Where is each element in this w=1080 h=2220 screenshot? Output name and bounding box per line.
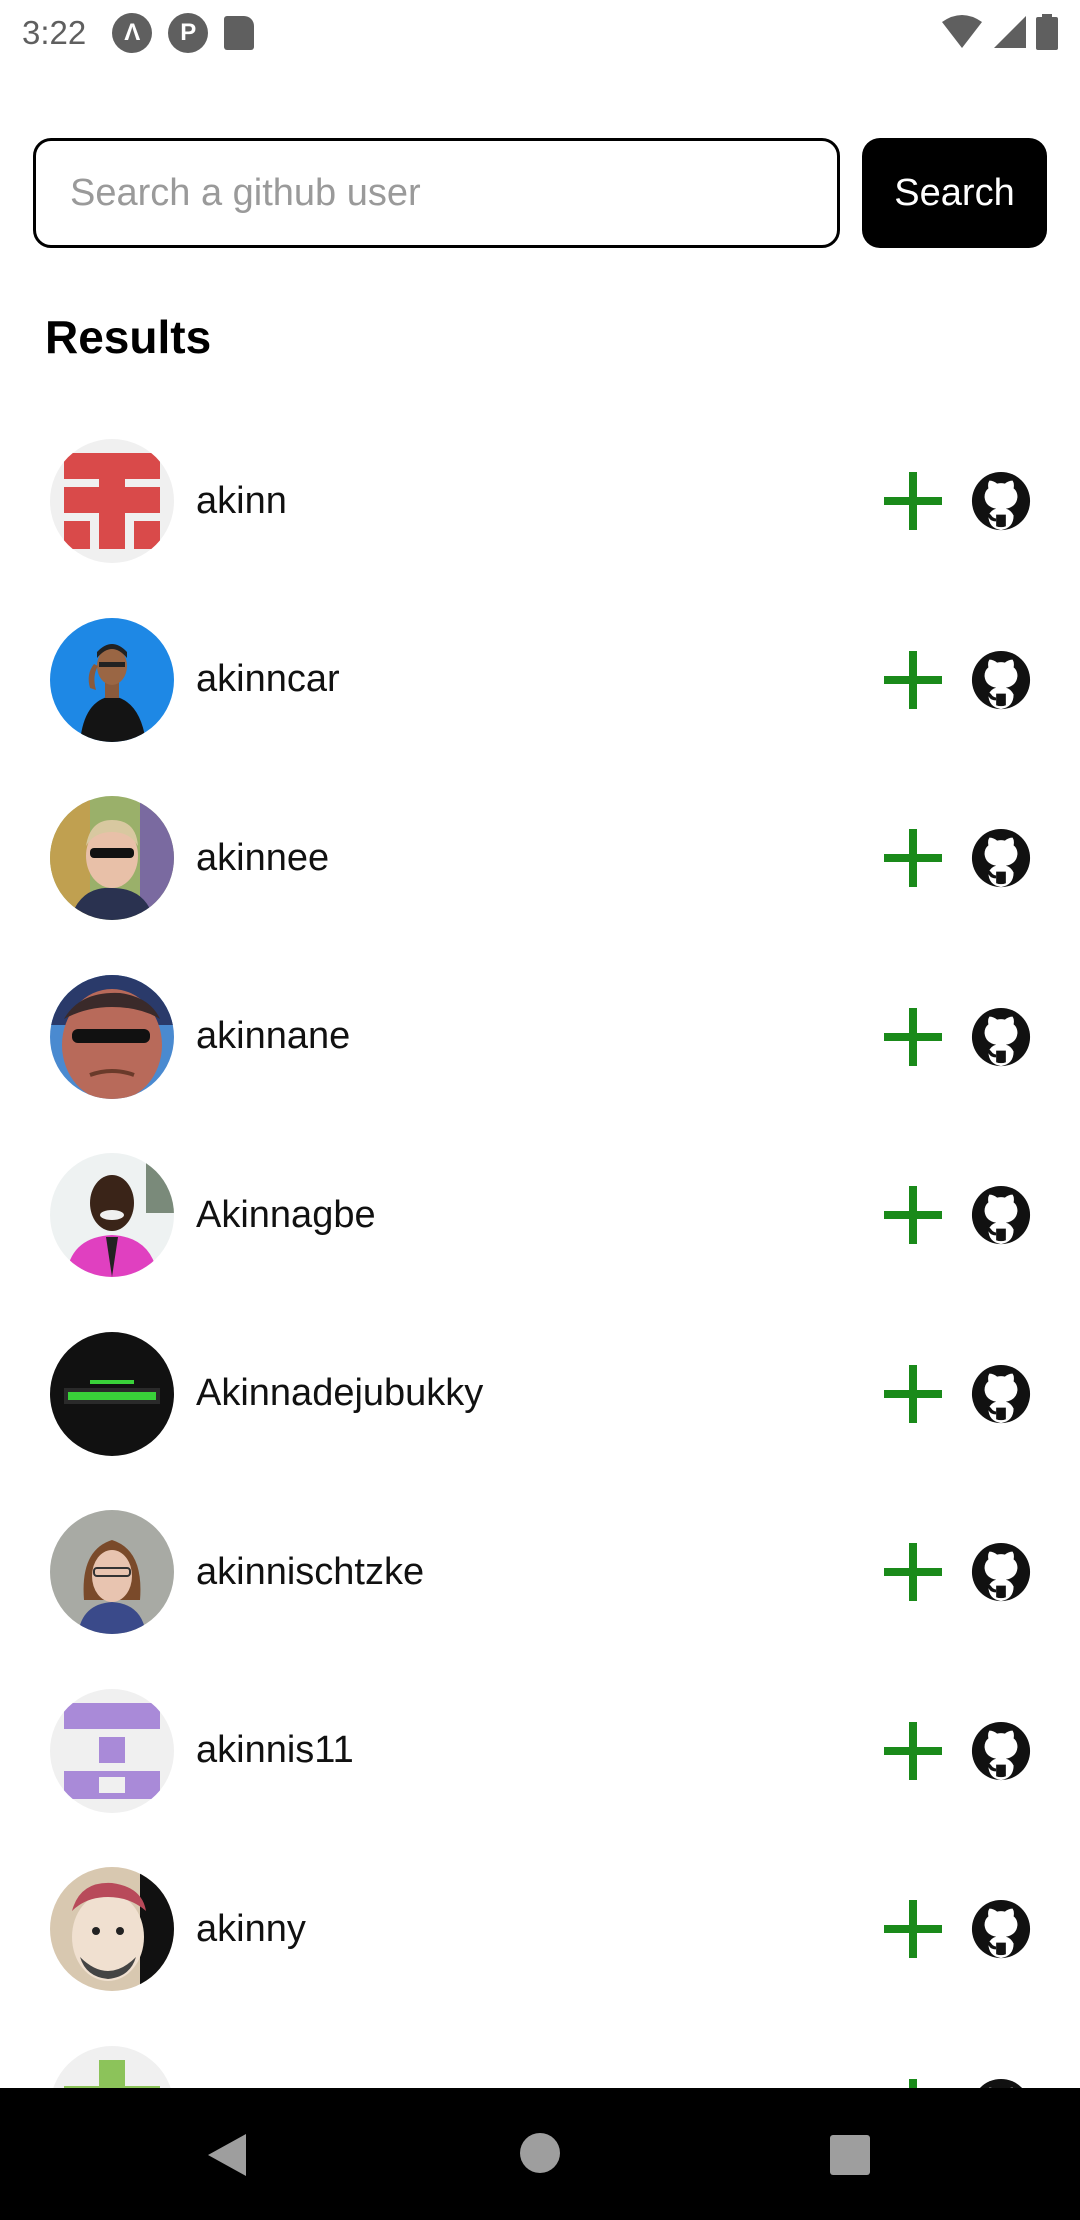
navigation-bar (0, 2088, 1080, 2220)
app-p-icon: P (168, 13, 209, 53)
github-icon (971, 1007, 1031, 1066)
username[interactable]: akinny (196, 1908, 306, 1951)
search-bar: Search (33, 138, 1047, 248)
plus-icon (884, 1543, 942, 1602)
avatar[interactable] (50, 1510, 174, 1635)
results-heading: Results (45, 311, 212, 363)
list-item[interactable]: akinncar (0, 591, 1080, 770)
status-time: 3:22 (22, 14, 87, 51)
github-profile-button[interactable] (970, 1541, 1032, 1603)
avatar[interactable] (50, 1867, 174, 1992)
github-profile-button[interactable] (970, 1898, 1032, 1960)
wifi-icon (942, 15, 982, 48)
github-profile-button[interactable] (970, 1720, 1032, 1782)
search-input[interactable] (33, 138, 840, 248)
list-item[interactable]: akinnis11 (0, 1662, 1080, 1841)
github-icon (971, 1364, 1031, 1423)
add-user-button[interactable] (880, 1718, 946, 1784)
github-profile-button[interactable] (970, 1363, 1032, 1425)
avatar[interactable] (50, 617, 174, 742)
add-user-button[interactable] (880, 1004, 946, 1070)
username[interactable]: Akinnagbe (196, 1194, 376, 1237)
avatar[interactable] (50, 1331, 174, 1456)
plus-icon (884, 1900, 942, 1959)
github-icon (971, 472, 1031, 531)
plus-icon (884, 1007, 942, 1066)
search-button[interactable]: Search (862, 138, 1047, 248)
plus-icon (909, 2078, 917, 2088)
plus-icon (884, 829, 942, 888)
list-item[interactable]: akinnischtzke (0, 1483, 1080, 1662)
username[interactable]: akinnee (196, 837, 329, 880)
username[interactable]: akinnane (196, 1015, 350, 1058)
github-profile-button[interactable] (970, 1006, 1032, 1068)
avatar[interactable] (50, 1688, 174, 1813)
add-user-button[interactable] (880, 1896, 946, 1962)
github-profile-button[interactable] (970, 649, 1032, 711)
list-item[interactable]: akinn (0, 412, 1080, 591)
add-user-button[interactable] (880, 825, 946, 891)
results-list: akinn akinncar akinnee akinnane Akinnagb… (0, 412, 1080, 2088)
add-user-button[interactable] (880, 1361, 946, 1427)
plus-icon (884, 1721, 942, 1780)
avatar[interactable] (50, 439, 174, 564)
github-profile-button[interactable] (970, 1184, 1032, 1246)
signal-icon (994, 16, 1026, 48)
github-icon (971, 829, 1031, 888)
add-user-button[interactable] (880, 2075, 946, 2088)
back-button[interactable] (206, 2132, 248, 2178)
github-icon (971, 650, 1031, 709)
username[interactable]: akinn (196, 480, 287, 523)
list-item[interactable]: Akinnadejubukky (0, 1305, 1080, 1484)
list-item[interactable]: akinnyThomas (0, 2019, 1080, 2088)
github-icon (971, 1186, 1031, 1245)
add-user-button[interactable] (880, 468, 946, 534)
github-icon (979, 2078, 1023, 2088)
github-icon (971, 1543, 1031, 1602)
username[interactable]: Akinnadejubukky (196, 1372, 483, 1415)
avatar[interactable] (50, 1153, 174, 1278)
avatar[interactable] (50, 2045, 174, 2088)
github-icon (971, 1900, 1031, 1959)
plus-icon (884, 650, 942, 709)
list-item[interactable]: Akinnagbe (0, 1126, 1080, 1305)
add-user-button[interactable] (880, 1539, 946, 1605)
sd-card-icon (224, 16, 255, 50)
username[interactable]: akinncar (196, 658, 340, 701)
plus-icon (884, 472, 942, 531)
recents-button[interactable] (830, 2135, 870, 2175)
list-item[interactable]: akinnee (0, 769, 1080, 948)
list-item[interactable]: akinnane (0, 948, 1080, 1127)
home-button[interactable] (520, 2133, 560, 2173)
app-a-icon: Λ (112, 13, 153, 53)
add-user-button[interactable] (880, 647, 946, 713)
plus-icon (884, 1186, 942, 1245)
status-bar: 3:22 Λ P (0, 0, 1080, 66)
username[interactable]: akinnis11 (196, 1729, 354, 1772)
battery-icon (1036, 14, 1058, 50)
avatar[interactable] (50, 974, 174, 1099)
github-profile-button[interactable] (970, 827, 1032, 889)
github-profile-button[interactable] (970, 470, 1032, 532)
github-profile-button[interactable] (970, 2077, 1032, 2088)
plus-icon (884, 1364, 942, 1423)
username[interactable]: akinnischtzke (196, 1551, 424, 1594)
avatar[interactable] (50, 796, 174, 921)
github-icon (971, 1721, 1031, 1780)
add-user-button[interactable] (880, 1182, 946, 1248)
list-item[interactable]: akinny (0, 1840, 1080, 2019)
